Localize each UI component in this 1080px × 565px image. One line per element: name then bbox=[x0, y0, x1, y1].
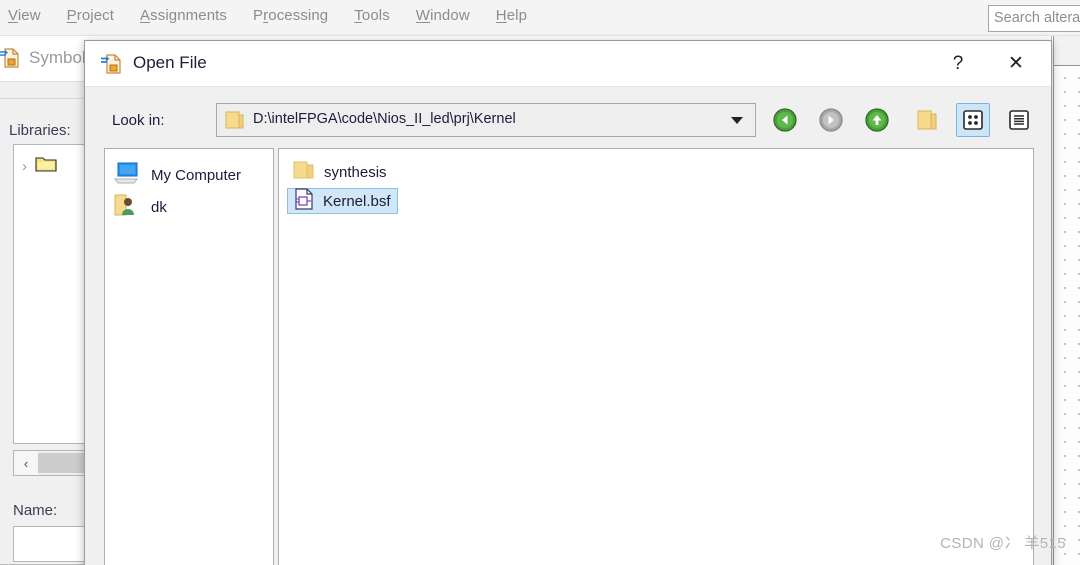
menu-item-project[interactable]: Project bbox=[67, 7, 114, 24]
list-view-button[interactable] bbox=[956, 103, 990, 137]
back-button[interactable] bbox=[768, 103, 802, 137]
list-item[interactable]: synthesis bbox=[287, 159, 393, 185]
sidebar-item-label: My Computer bbox=[151, 167, 242, 184]
list-view-icon bbox=[963, 110, 983, 130]
symbol-file-icon bbox=[0, 46, 23, 70]
lookin-combobox[interactable]: D:\intelFPGA\code\Nios_II_led\prj\Kernel bbox=[216, 103, 756, 137]
parent-directory-icon bbox=[865, 108, 889, 132]
dialog-title: Open File bbox=[133, 53, 207, 72]
menu-item-processing[interactable]: Processing bbox=[253, 7, 328, 24]
my-computer-icon bbox=[113, 161, 141, 190]
screen-root: Symbol Libraries: › ‹ Name: Repeat-ins bbox=[0, 0, 1080, 565]
back-icon bbox=[773, 108, 797, 132]
parent-directory-button[interactable] bbox=[860, 103, 894, 137]
chevron-down-icon[interactable] bbox=[731, 117, 743, 124]
detail-view-icon bbox=[1009, 110, 1029, 130]
menu-item-help[interactable]: Help bbox=[496, 7, 527, 24]
help-button[interactable]: ? bbox=[935, 41, 981, 86]
new-folder-icon bbox=[917, 110, 937, 130]
forward-icon bbox=[819, 108, 843, 132]
open-file-dialog: Open File ? ✕ Look in: D:\intelFPGA\code… bbox=[84, 40, 1052, 565]
libraries-tree-row[interactable]: › bbox=[22, 155, 57, 178]
dialog-titlebar: Open File ? ✕ bbox=[85, 41, 1051, 87]
list-item[interactable]: Kernel.bsf bbox=[287, 187, 398, 215]
forward-button[interactable] bbox=[814, 103, 848, 137]
name-label: Name: bbox=[13, 502, 58, 519]
list-item-label: Kernel.bsf bbox=[323, 192, 391, 210]
user-folder-icon bbox=[113, 193, 141, 222]
file-list[interactable]: synthesis Kernel.bsf bbox=[278, 148, 1034, 565]
lookin-path: D:\intelFPGA\code\Nios_II_led\prj\Kernel bbox=[253, 111, 516, 127]
sidebar-item-dk[interactable]: dk bbox=[113, 193, 167, 222]
app-menubar: View Project Assignments Processing Tool… bbox=[0, 0, 1080, 36]
schematic-canvas[interactable] bbox=[1053, 36, 1080, 565]
detail-view-button[interactable] bbox=[1002, 103, 1036, 137]
libraries-label: Libraries: bbox=[9, 122, 71, 139]
folder-icon bbox=[35, 155, 57, 178]
watermark: CSDN @冫 羊515 bbox=[940, 535, 1066, 552]
folder-icon bbox=[293, 160, 315, 185]
schematic-canvas-header bbox=[1054, 36, 1080, 66]
list-item-label: synthesis bbox=[324, 163, 387, 181]
sidebar-item-label: dk bbox=[151, 199, 167, 216]
new-folder-button[interactable] bbox=[910, 103, 944, 137]
sidebar-item-my-computer[interactable]: My Computer bbox=[113, 161, 241, 190]
schematic-grid[interactable] bbox=[1054, 67, 1080, 565]
search-input[interactable]: Search altera.com bbox=[988, 5, 1080, 32]
scroll-left-arrow-icon[interactable]: ‹ bbox=[14, 451, 38, 475]
close-button[interactable]: ✕ bbox=[993, 41, 1039, 86]
places-sidebar[interactable]: My Computer dk bbox=[104, 148, 274, 565]
chevron-right-icon[interactable]: › bbox=[22, 158, 27, 175]
menu-item-tools[interactable]: Tools bbox=[354, 7, 390, 24]
menu-item-assignments[interactable]: Assignments bbox=[140, 7, 227, 24]
menu-item-list: View Project Assignments Processing Tool… bbox=[8, 7, 527, 24]
menu-item-view[interactable]: View bbox=[8, 7, 41, 24]
symbol-dialog-title: Symbol bbox=[29, 48, 86, 67]
lookin-label: Look in: bbox=[112, 112, 165, 129]
bsf-file-icon bbox=[294, 187, 314, 215]
menu-item-window[interactable]: Window bbox=[416, 7, 470, 24]
folder-icon bbox=[225, 111, 244, 129]
open-file-icon bbox=[100, 52, 124, 76]
